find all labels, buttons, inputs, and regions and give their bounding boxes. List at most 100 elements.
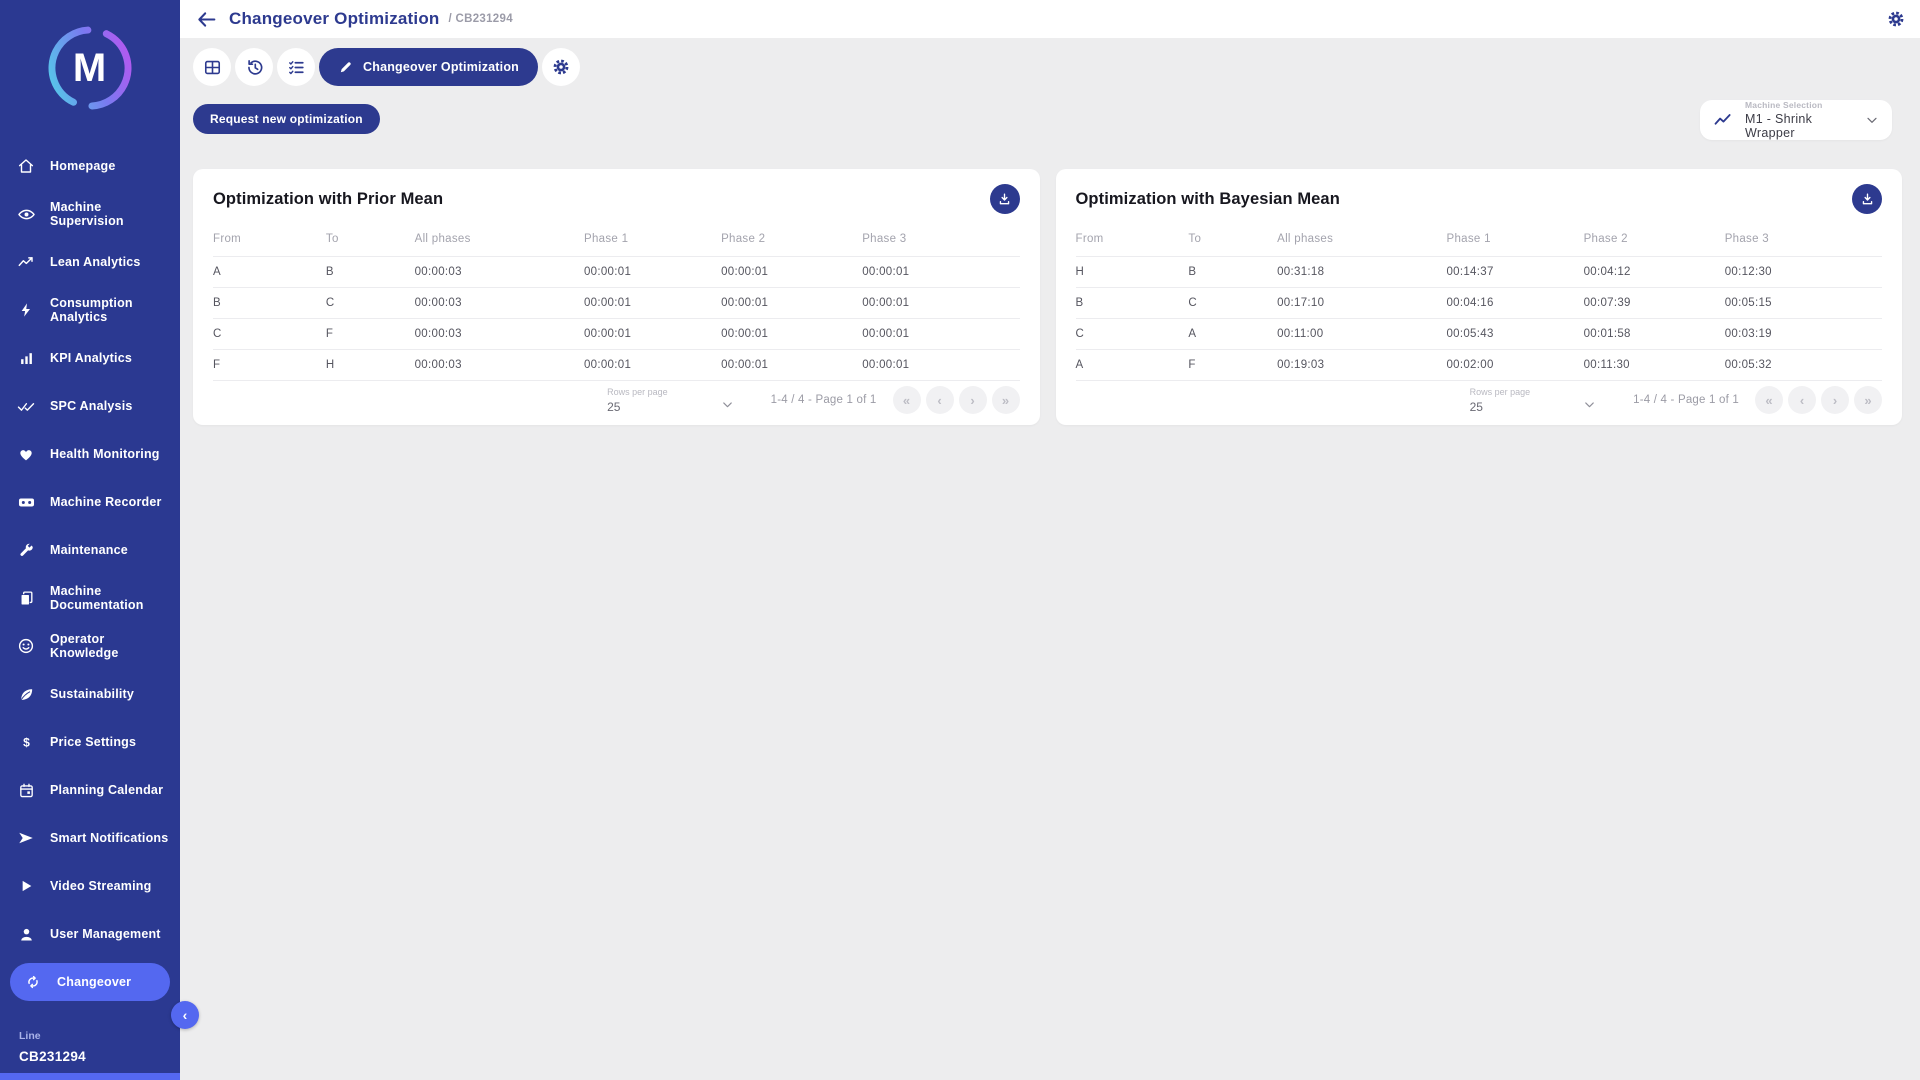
sidebar-item-label: User Management xyxy=(50,927,161,941)
column-header: Phase 3 xyxy=(1725,224,1882,257)
table-cell: 00:00:01 xyxy=(584,350,721,381)
table-cell: 00:00:01 xyxy=(862,350,1019,381)
table-cell: 00:31:18 xyxy=(1277,257,1446,288)
list-view-button[interactable] xyxy=(277,48,315,86)
sidebar-item-changeover[interactable]: Changeover xyxy=(10,963,170,1001)
rows-per-page-select[interactable]: Rows per page 25 xyxy=(1470,387,1598,414)
sidebar-item-label: Video Streaming xyxy=(50,879,151,893)
page-title: Changeover Optimization xyxy=(229,9,440,29)
back-button[interactable] xyxy=(196,9,217,30)
next-page-button[interactable]: › xyxy=(1821,386,1849,414)
table-cell: 00:11:30 xyxy=(1584,350,1725,381)
sidebar-item-price-settings[interactable]: $ Price Settings xyxy=(0,718,180,766)
gear-icon xyxy=(551,57,571,77)
calendar-icon xyxy=(15,782,37,799)
request-new-optimization-button[interactable]: Request new optimization xyxy=(193,104,380,134)
table-cell: 00:00:01 xyxy=(721,257,862,288)
sidebar-item-label: Price Settings xyxy=(50,735,136,749)
table-row: FH00:00:0300:00:0100:00:0100:00:01 xyxy=(213,350,1020,381)
bar-chart-icon xyxy=(15,350,37,367)
sidebar-item-spc-analysis[interactable]: SPC Analysis xyxy=(0,382,180,430)
column-header: Phase 1 xyxy=(1446,224,1583,257)
first-page-button[interactable]: « xyxy=(1755,386,1783,414)
tab-changeover-optimization[interactable]: Changeover Optimization xyxy=(319,48,538,86)
first-page-icon: « xyxy=(903,393,910,408)
breadcrumb: / CB231294 xyxy=(449,13,513,25)
prev-page-icon: ‹ xyxy=(937,393,941,408)
sidebar-item-lean-analytics[interactable]: Lean Analytics xyxy=(0,238,180,286)
active-tab-label: Changeover Optimization xyxy=(363,60,519,74)
sidebar-item-label: Machine Supervision xyxy=(50,200,172,229)
table-cell: C xyxy=(326,288,415,319)
app-logo: M xyxy=(44,22,136,114)
table-cell: A xyxy=(1076,350,1189,381)
sidebar-item-operator-knowledge[interactable]: Operator Knowledge xyxy=(0,622,180,670)
download-button[interactable] xyxy=(990,184,1020,214)
first-page-icon: « xyxy=(1765,393,1772,408)
checklist-icon xyxy=(287,58,306,77)
sidebar-item-label: Machine Documentation xyxy=(50,584,172,613)
changeover-icon xyxy=(22,973,44,991)
prev-page-button[interactable]: ‹ xyxy=(1788,386,1816,414)
next-page-icon: › xyxy=(970,393,974,408)
prev-page-button[interactable]: ‹ xyxy=(926,386,954,414)
table-cell: 00:00:01 xyxy=(721,350,862,381)
last-page-button[interactable]: » xyxy=(1854,386,1882,414)
sidebar-item-user-management[interactable]: User Management xyxy=(0,910,180,958)
download-button[interactable] xyxy=(1852,184,1882,214)
page-header: Changeover Optimization / CB231294 xyxy=(180,0,1920,38)
card-title: Optimization with Prior Mean xyxy=(213,190,443,209)
table-cell: 00:00:01 xyxy=(862,257,1019,288)
leaf-icon xyxy=(15,686,37,703)
chevron-down-icon xyxy=(720,397,735,412)
optimization-settings-button[interactable] xyxy=(542,48,580,86)
sidebar-item-smart-notifications[interactable]: Smart Notifications xyxy=(0,814,180,862)
sidebar-item-kpi-analytics[interactable]: KPI Analytics xyxy=(0,334,180,382)
prev-page-icon: ‹ xyxy=(1800,393,1804,408)
rows-per-page-select[interactable]: Rows per page 25 xyxy=(607,387,735,414)
sidebar-item-planning-calendar[interactable]: Planning Calendar xyxy=(0,766,180,814)
sidebar-item-sustainability[interactable]: Sustainability xyxy=(0,670,180,718)
sidebar-nav: Homepage Machine Supervision Lean Analytic… xyxy=(0,142,180,1006)
history-view-button[interactable] xyxy=(235,48,273,86)
first-page-button[interactable]: « xyxy=(893,386,921,414)
sidebar-item-machine-supervision[interactable]: Machine Supervision xyxy=(0,190,180,238)
user-icon xyxy=(15,926,37,943)
table-cell: 00:00:03 xyxy=(415,350,584,381)
gear-icon xyxy=(1886,9,1906,29)
dollar-icon: $ xyxy=(15,734,37,751)
machine-selection-dropdown[interactable]: Machine Selection M1 - Shrink Wrapper xyxy=(1700,100,1892,140)
column-header: To xyxy=(326,224,415,257)
table-cell: 00:00:03 xyxy=(415,319,584,350)
chevron-down-icon xyxy=(1864,112,1880,128)
svg-text:$: $ xyxy=(23,735,30,749)
sidebar-item-machine-documentation[interactable]: Machine Documentation xyxy=(0,574,180,622)
sidebar-item-homepage[interactable]: Homepage xyxy=(0,142,180,190)
sidebar-item-consumption-analytics[interactable]: Consumption Analytics xyxy=(0,286,180,334)
sidebar-item-label: KPI Analytics xyxy=(50,351,132,365)
last-page-button[interactable]: » xyxy=(992,386,1020,414)
table-cell: B xyxy=(1188,257,1277,288)
play-icon xyxy=(15,878,37,894)
sidebar-item-maintenance[interactable]: Maintenance xyxy=(0,526,180,574)
line-label: Line xyxy=(19,1030,86,1042)
table-cell: A xyxy=(1188,319,1277,350)
sidebar-item-video-streaming[interactable]: Video Streaming xyxy=(0,862,180,910)
sidebar-item-label: Operator Knowledge xyxy=(50,632,172,661)
settings-button[interactable] xyxy=(1886,9,1906,29)
table-cell: 00:03:19 xyxy=(1725,319,1882,350)
card-prior-mean: Optimization with Prior Mean FromToAll p… xyxy=(193,169,1040,425)
trend-icon xyxy=(15,253,37,271)
sidebar-item-machine-recorder[interactable]: Machine Recorder xyxy=(0,478,180,526)
next-page-button[interactable]: › xyxy=(959,386,987,414)
table-cell: B xyxy=(213,288,326,319)
table-view-button[interactable] xyxy=(193,48,231,86)
lightning-icon xyxy=(15,302,37,318)
table-cell: 00:00:01 xyxy=(721,319,862,350)
column-header: To xyxy=(1188,224,1277,257)
table-row: BC00:17:1000:04:1600:07:3900:05:15 xyxy=(1076,288,1883,319)
column-header: Phase 2 xyxy=(721,224,862,257)
table-row: CF00:00:0300:00:0100:00:0100:00:01 xyxy=(213,319,1020,350)
sidebar-item-health-monitoring[interactable]: Health Monitoring xyxy=(0,430,180,478)
sidebar-collapse-button[interactable]: ‹ xyxy=(171,1001,199,1029)
